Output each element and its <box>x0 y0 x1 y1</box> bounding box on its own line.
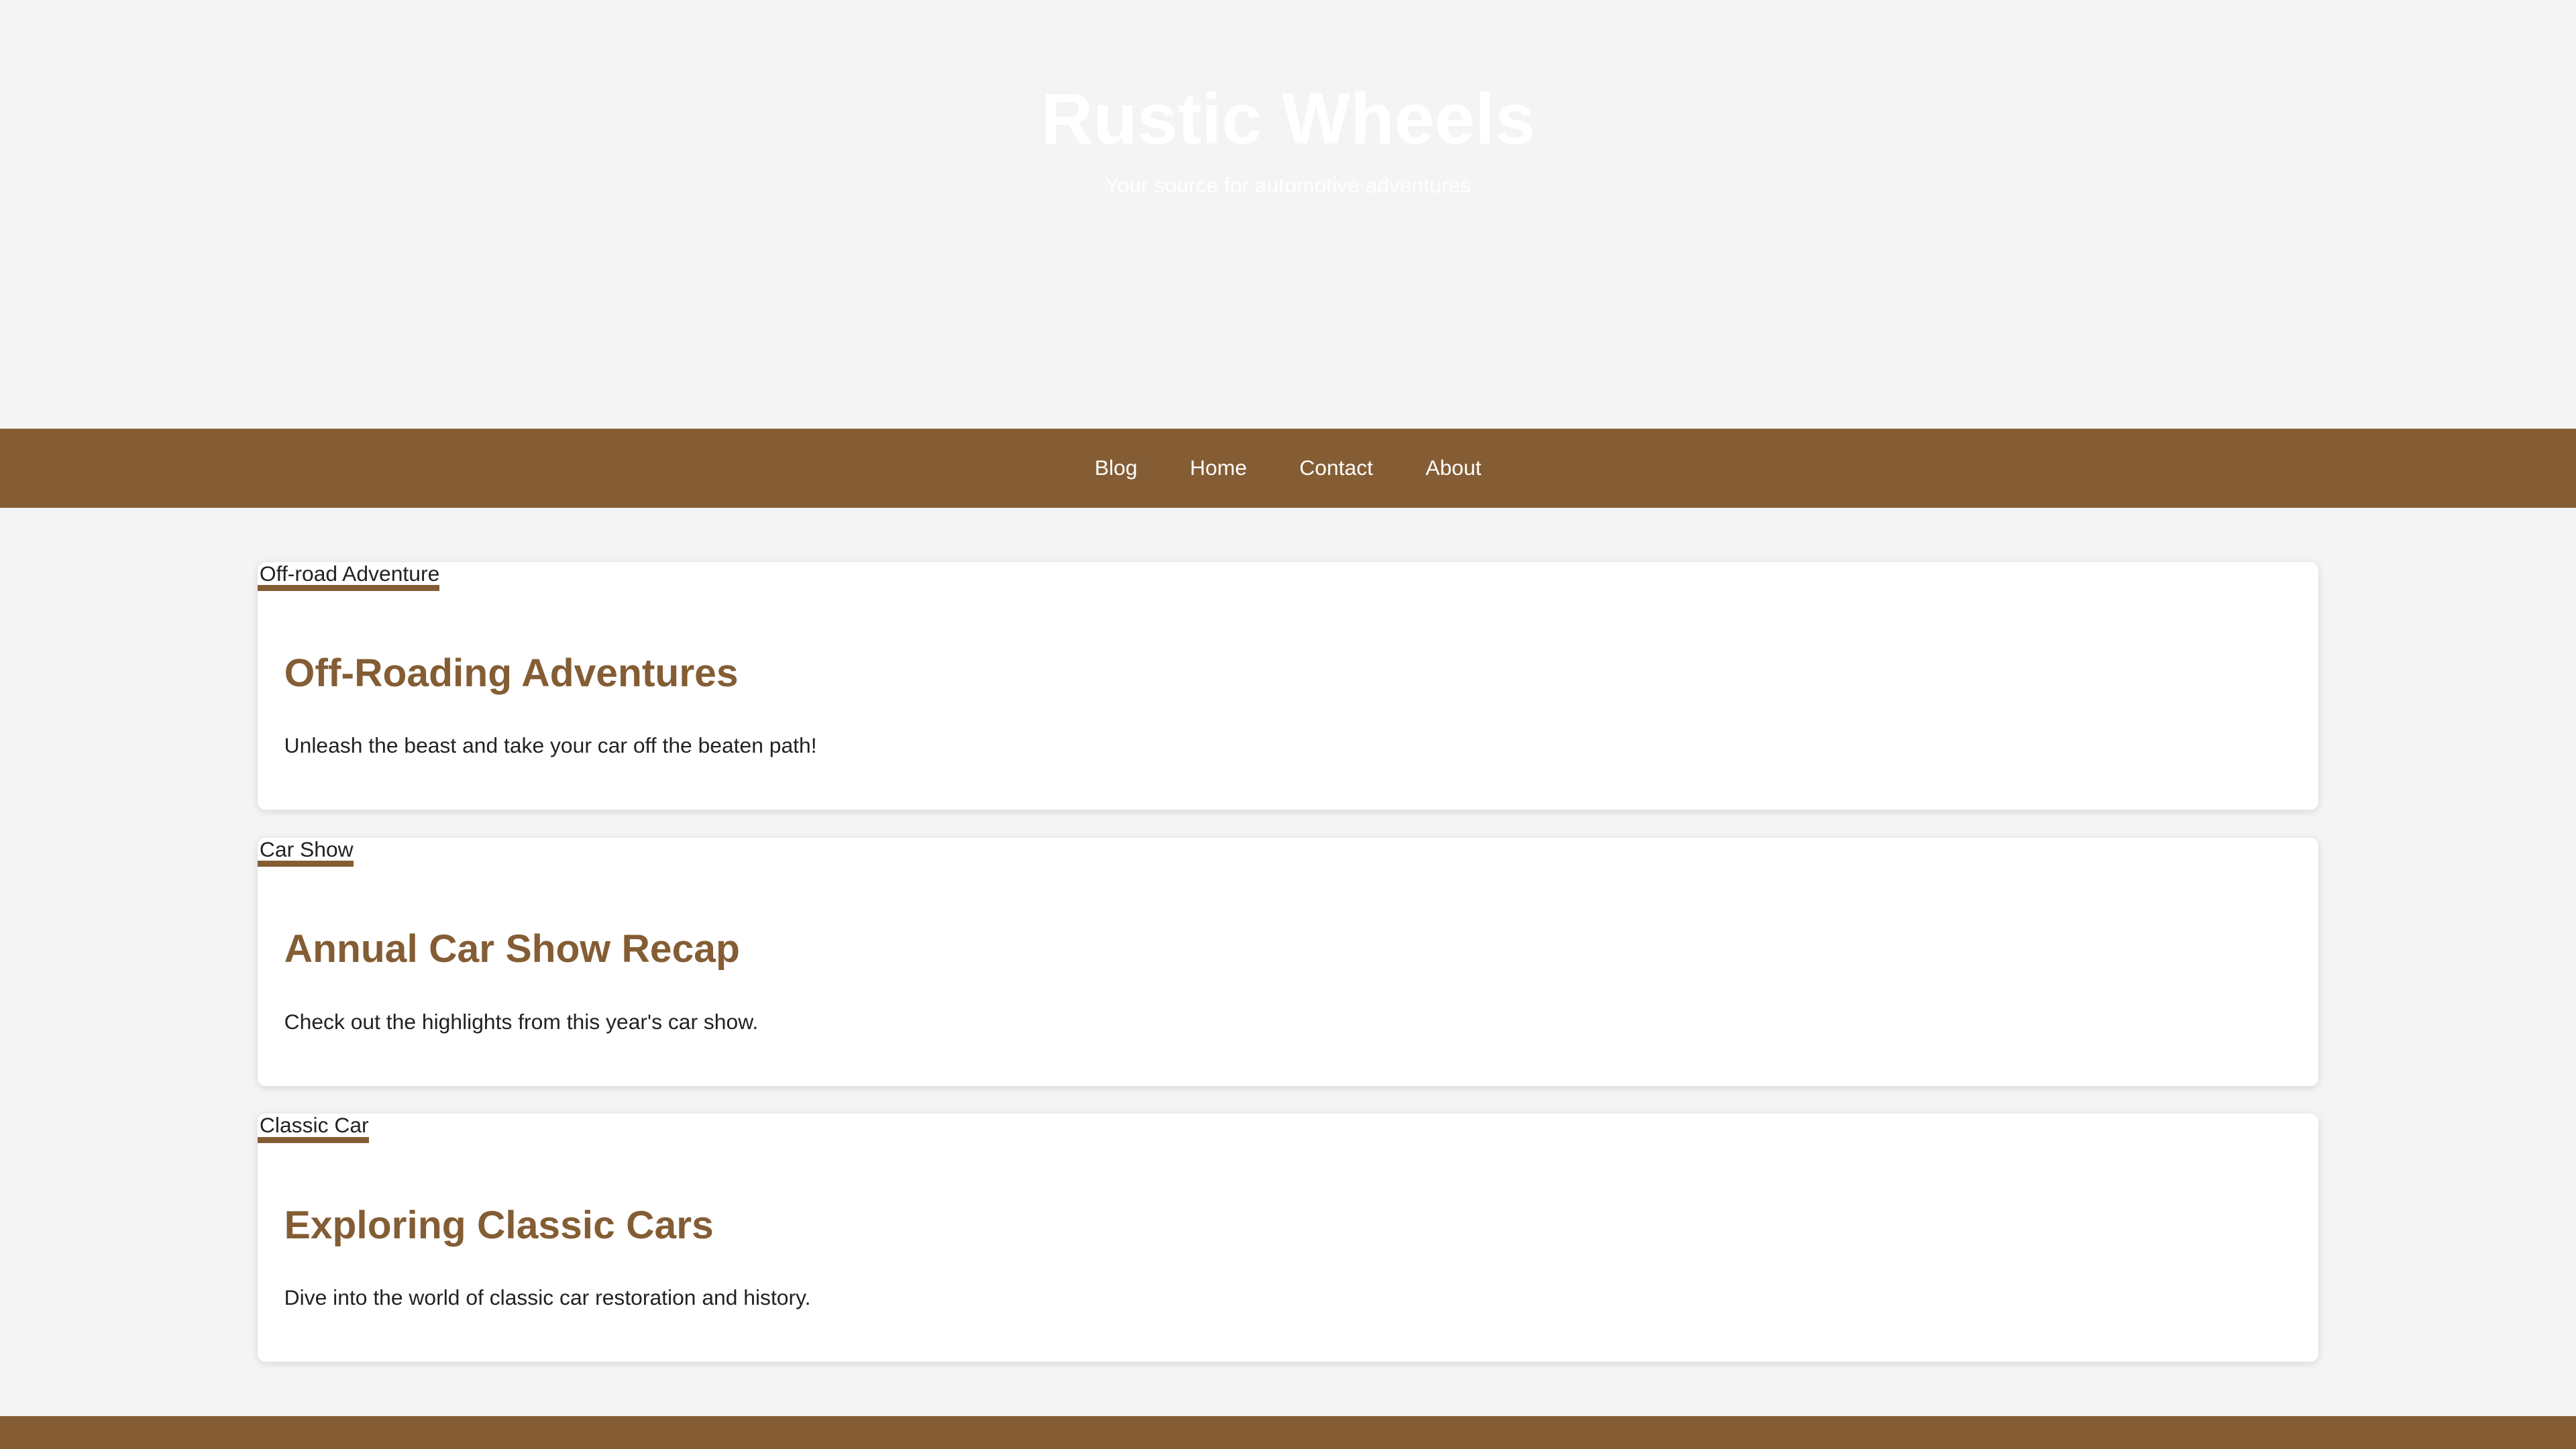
post-excerpt: Dive into the world of classic car resto… <box>284 1285 811 1310</box>
nav-link-home[interactable]: Home <box>1190 455 1247 481</box>
post-title[interactable]: Off-Roading Adventures <box>284 651 739 697</box>
site-footer <box>0 1416 2576 1449</box>
post-image[interactable]: Off-road Adventure <box>258 561 440 591</box>
post-card: Classic Car Exploring Classic Cars Dive … <box>258 1114 2318 1362</box>
post-title[interactable]: Annual Car Show Recap <box>284 926 740 973</box>
post-card: Off-road Adventure Off-Roading Adventure… <box>258 561 2318 810</box>
site-title: Rustic Wheels <box>1040 77 1536 159</box>
nav-link-about[interactable]: About <box>1426 455 1481 481</box>
post-title[interactable]: Exploring Classic Cars <box>284 1203 714 1249</box>
page: Rustic Wheels Your source for automotive… <box>0 0 2576 1449</box>
post-image-alt-text: Off-road Adventure <box>259 561 440 586</box>
post-image-alt-text: Classic Car <box>259 1114 369 1138</box>
post-image-alt-text: Car Show <box>259 837 354 861</box>
site-header: Rustic Wheels Your source for automotive… <box>0 0 2576 429</box>
main-nav: Blog Home Contact About <box>0 429 2576 508</box>
post-excerpt: Check out the highlights from this year'… <box>284 1009 759 1034</box>
nav-link-contact[interactable]: Contact <box>1299 455 1373 481</box>
site-tagline: Your source for automotive adventures <box>1105 173 1471 198</box>
post-image[interactable]: Classic Car <box>258 1114 369 1143</box>
post-image[interactable]: Car Show <box>258 837 354 867</box>
post-card: Car Show Annual Car Show Recap Check out… <box>258 837 2318 1086</box>
post-excerpt: Unleash the beast and take your car off … <box>284 733 817 758</box>
nav-link-blog[interactable]: Blog <box>1095 455 1138 481</box>
post-list: Off-road Adventure Off-Roading Adventure… <box>258 561 2318 1390</box>
